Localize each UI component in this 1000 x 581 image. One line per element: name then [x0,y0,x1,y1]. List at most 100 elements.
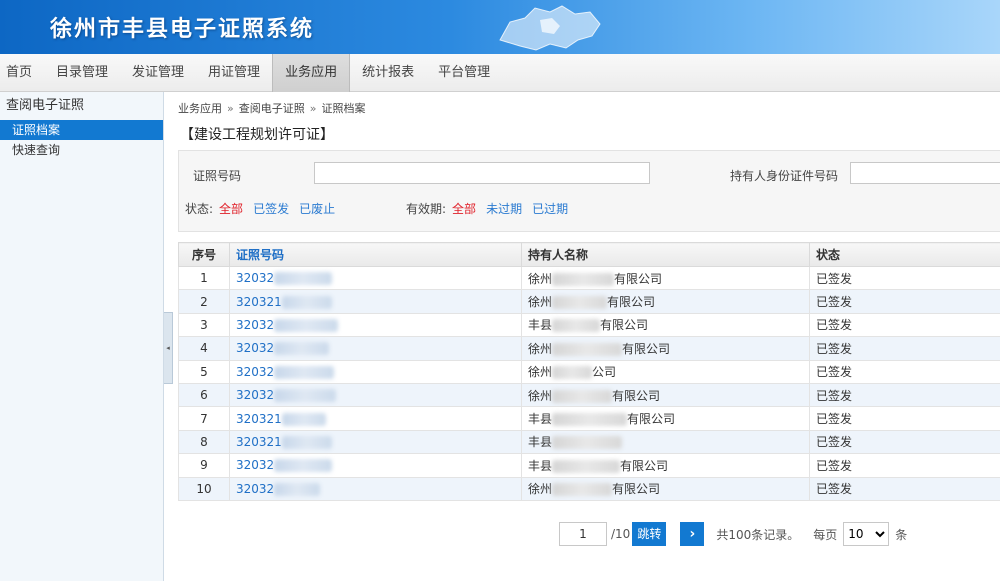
redacted-mask [552,483,613,497]
cert-no-input[interactable] [314,162,650,184]
jump-button[interactable]: 跳转 [632,522,667,546]
cert-no-link[interactable]: 32032 [236,388,337,403]
redacted-mask [552,413,628,427]
cert-no-text: 32032 [236,317,275,332]
redacted-mask [274,342,330,356]
holder-name-end: 有限公司 [627,412,676,427]
breadcrumb-separator: » [309,102,317,115]
sidebar-collapse-icon[interactable]: ◂ [164,312,173,384]
holder-name-end: 有限公司 [600,318,649,333]
redacted-mask [552,272,615,286]
cert-no-cell: 32032 [229,312,522,338]
nav-usage[interactable]: 用证管理 [196,54,272,92]
record-count: 共100条记录。 [716,527,800,542]
breadcrumb-item: 证照档案 [321,102,366,115]
holder-cell: 徐州 有限公司 [521,476,810,501]
breadcrumb: 业务应用 » 查阅电子证照 » 证照档案 [178,100,365,116]
nav-business[interactable]: 业务应用 [272,54,351,92]
holder-name-start: 徐州 [528,271,553,286]
status-option-issued[interactable]: 已签发 [253,202,289,216]
cert-no-label: 证照号码 [193,169,242,183]
holder-cell: 丰县 有限公司 [521,312,810,338]
cert-no-link[interactable]: 32032 [236,458,333,473]
table-row[interactable]: 9 32032 丰县 有限公司 已签发 [178,453,1000,478]
page-title: 【建设工程规划许可证】 [180,127,334,143]
status-cell: 已签发 [809,429,1000,455]
nav-home[interactable]: 首页 [0,54,44,92]
cert-no-link[interactable]: 320321 [236,295,332,309]
cert-no-cell: 320321 [229,289,522,314]
page-number-input[interactable] [559,522,607,546]
holder-cell: 丰县 [521,429,810,455]
status-cell: 已签发 [809,359,1000,384]
map-graphic-icon [499,5,601,51]
validity-option-valid[interactable]: 未过期 [486,202,522,216]
next-page-icon[interactable]: › [680,522,705,546]
holder-name-start: 徐州 [528,295,553,310]
total-pages: /10 [611,527,631,541]
status-option-all[interactable]: 全部 [219,202,243,216]
column-header-cert-no[interactable]: 证照号码 [229,242,522,267]
table-body: 1 32032 徐州 有限公司 已签发 2 320321 徐州 有限公司 已签发 3 32032 丰县有… [178,265,1000,501]
main-nav: 首页 目录管理 发证管理 用证管理 业务应用 统计报表 平台管理 [0,54,1000,92]
pagination: /10 跳转 › 共100条记录。 每页 10 条 [559,522,907,546]
cert-no-cell: 32032 [229,265,522,291]
breadcrumb-item[interactable]: 业务应用 [178,102,222,115]
cert-no-link[interactable]: 32032 [236,271,333,286]
cert-no-link[interactable]: 32032 [236,365,335,379]
cert-no-link[interactable]: 32032 [236,317,339,332]
redacted-mask [552,342,623,356]
sidebar-item-quick-search[interactable]: 快速查询 [0,140,163,160]
cert-no-cell: 320321 [229,429,522,455]
nav-issue[interactable]: 发证管理 [120,54,196,92]
validity-option-all[interactable]: 全部 [452,202,476,216]
per-page-label: 每页 [813,527,838,542]
column-header-status: 状态 [809,242,1000,267]
redacted-mask [552,436,623,450]
nav-catalog[interactable]: 目录管理 [44,54,120,92]
row-index: 10 [178,476,230,501]
table-row[interactable]: 6 32032 徐州 有限公司 已签发 [178,382,1000,408]
nav-statistics[interactable]: 统计报表 [350,54,426,92]
sidebar-item-archive[interactable]: 证照档案 [0,120,163,140]
status-cell: 已签发 [809,476,1000,501]
redacted-mask [274,272,333,286]
holder-id-input[interactable] [850,162,1000,184]
validity-option-expired[interactable]: 已过期 [532,202,568,216]
row-index: 2 [178,289,230,314]
table-row[interactable]: 3 32032 丰县 有限公司 已签发 [178,312,1000,338]
sidebar-heading: 查阅电子证照 [6,98,85,113]
certificate-table: 序号 证照号码 持有人名称 状态 1 32032 徐州 有限公司 已签发 2 320321 徐… [178,242,1000,501]
table-row[interactable]: 8 320321 丰县 已签发 [178,429,1000,455]
cert-no-cell: 32032 [229,476,522,501]
row-index: 1 [178,265,230,291]
table-row[interactable]: 5 32032 徐州 公司 已签发 [178,359,1000,384]
holder-name-end: 有限公司 [607,295,656,310]
status-option-revoked[interactable]: 已废止 [299,202,335,216]
status-cell: 已签发 [809,265,1000,291]
cert-no-link[interactable]: 32032 [236,482,321,496]
cert-no-cell: 32032 [229,336,522,361]
table-row[interactable]: 1 32032 徐州 有限公司 已签发 [178,265,1000,291]
table-row[interactable]: 10 32032 徐州 有限公司 已签发 [178,476,1000,501]
per-page-select[interactable]: 10 [843,522,890,546]
redacted-mask [552,296,608,310]
nav-platform[interactable]: 平台管理 [426,54,502,92]
table-row[interactable]: 7 320321 丰县 有限公司 已签发 [178,406,1000,431]
row-index: 6 [178,382,230,408]
row-index: 5 [178,359,230,384]
table-row[interactable]: 4 32032 徐州 有限公司 已签发 [178,336,1000,361]
breadcrumb-item[interactable]: 查阅电子证照 [239,102,305,115]
column-header-index: 序号 [178,242,230,267]
cert-no-link[interactable]: 320321 [236,412,326,426]
holder-cell: 丰县 有限公司 [521,406,810,431]
redacted-mask [274,318,339,332]
redacted-mask [274,459,333,473]
cert-no-link[interactable]: 32032 [236,341,330,356]
table-row[interactable]: 2 320321 徐州 有限公司 已签发 [178,289,1000,314]
cert-no-text: 32032 [236,271,275,286]
cert-no-link[interactable]: 320321 [236,435,332,449]
cert-no-cell: 32032 [229,359,522,384]
system-title: 徐州市丰县电子证照系统 [50,17,315,42]
status-filter-label: 状态: [185,202,214,216]
